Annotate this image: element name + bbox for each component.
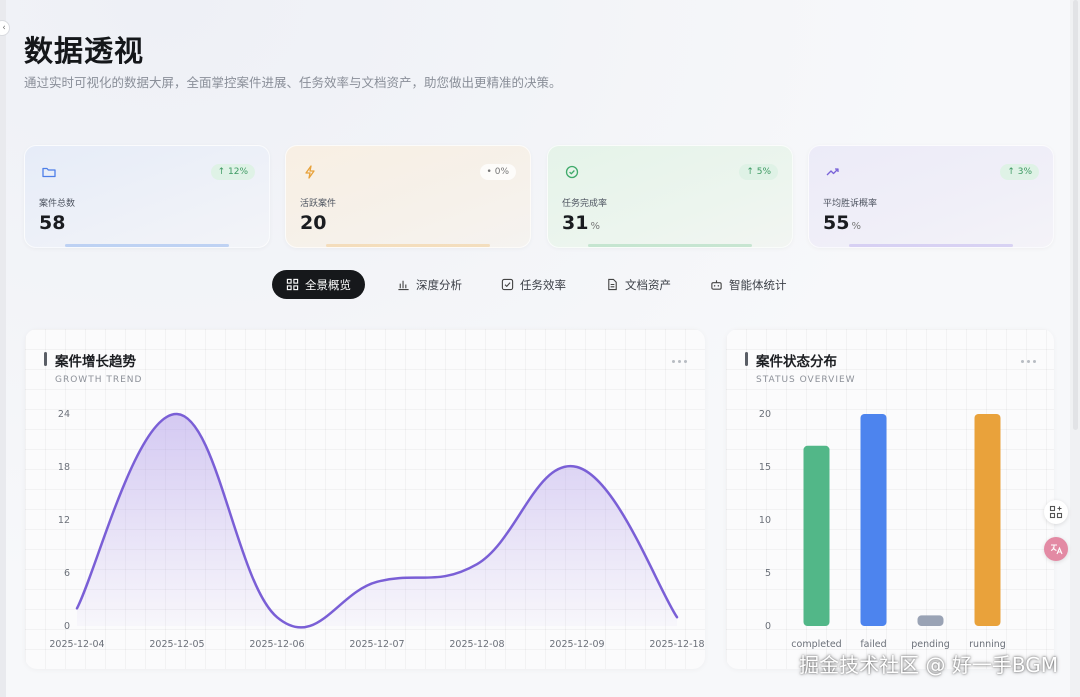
x-tick-label: 2025-12-06 <box>249 639 304 650</box>
x-tick-label: 2025-12-04 <box>49 639 104 650</box>
stat-label: 案件总数 <box>39 199 76 209</box>
tab-overview[interactable]: 全景概览 <box>272 270 365 299</box>
trend-badge: • 0% <box>479 164 516 180</box>
page-subtitle: 通过实时可视化的数据大屏，全面掌控案件进展、任务效率与文档资产，助您做出更精准的… <box>24 75 562 90</box>
checkbox-icon <box>501 278 514 291</box>
y-tick-label: 12 <box>58 515 70 526</box>
y-tick-label: 15 <box>759 462 771 473</box>
trend-badge: ↑ 3% <box>1000 164 1039 180</box>
growth-area-fill <box>77 413 677 628</box>
x-tick-label: 2025-12-08 <box>449 639 504 650</box>
tab-label: 文档资产 <box>625 277 671 292</box>
watermark: 掘金技术社区 @ 好一手BGM <box>799 653 1058 677</box>
trend-up-icon <box>826 168 839 176</box>
bar-chart-icon <box>398 280 409 291</box>
stat-label: 任务完成率 <box>562 199 608 209</box>
tab-deep-analysis[interactable]: 深度分析 <box>383 270 476 299</box>
status-bar <box>917 615 944 626</box>
apps-grid-icon <box>1049 505 1063 519</box>
x-tick-label: 2025-12-05 <box>149 639 204 650</box>
status-distribution-chart: 05101520completed failed pending running <box>759 409 1006 650</box>
stat-value: 58 <box>39 212 66 234</box>
y-tick-label: 24 <box>58 409 70 420</box>
translate-icon <box>1050 544 1063 555</box>
card-accent-line <box>65 244 229 247</box>
y-tick-label: 6 <box>64 568 70 579</box>
chevron-left-icon: ‹ <box>2 23 6 33</box>
tab-document-assets[interactable]: 文档资产 <box>592 270 685 299</box>
check-circle-icon <box>565 165 579 179</box>
stat-card-win-probability[interactable]: ↑ 3% 平均胜诉概率 55% <box>808 145 1054 248</box>
status-bar <box>860 414 887 626</box>
y-tick-label: 18 <box>58 462 70 473</box>
page-title: 数据透视 <box>24 34 145 68</box>
document-icon <box>608 278 617 291</box>
tab-label: 全景概览 <box>305 277 351 292</box>
x-tick-label: 2025-12-07 <box>349 639 404 650</box>
y-tick-label: 5 <box>765 568 771 579</box>
status-overview-panel: 案件状态分布 STATUS OVERVIEW 0 5 10 15 20 completed… <box>726 329 1054 669</box>
stat-card-total-cases[interactable]: ↑ 12% 案件总数 58 <box>24 145 270 248</box>
scrollbar[interactable] <box>1070 0 1080 697</box>
x-tick-label: 2025-12-09 <box>549 639 604 650</box>
floating-translate-button[interactable] <box>1044 537 1068 561</box>
card-accent-line <box>849 244 1013 247</box>
sidebar-edge <box>0 0 6 697</box>
y-tick-label: 20 <box>759 409 771 420</box>
stat-value: 55% <box>823 212 861 234</box>
y-tick-label: 0 <box>64 621 70 632</box>
tab-agent-statistics[interactable]: 智能体统计 <box>696 270 801 299</box>
status-bar <box>974 414 1001 626</box>
lightning-icon <box>305 165 315 179</box>
y-tick-label: 0 <box>765 621 771 632</box>
trend-badge: ↑ 12% <box>210 164 255 180</box>
trend-badge: ↑ 5% <box>739 164 778 180</box>
stat-card-active-cases[interactable]: • 0% 活跃案件 20 <box>285 145 531 248</box>
tab-label: 智能体统计 <box>729 277 787 292</box>
stat-value: 31% <box>562 212 600 234</box>
stat-label: 活跃案件 <box>300 199 337 209</box>
grid-icon <box>286 278 299 291</box>
floating-apps-button[interactable] <box>1044 500 1068 524</box>
card-accent-line <box>588 244 752 247</box>
status-bar <box>803 445 830 626</box>
stat-label: 平均胜诉概率 <box>823 199 878 209</box>
card-accent-line <box>326 244 490 247</box>
robot-icon <box>711 280 722 290</box>
tab-label: 深度分析 <box>416 277 462 292</box>
stat-value: 20 <box>300 212 327 234</box>
tab-task-efficiency[interactable]: 任务效率 <box>487 270 580 299</box>
growth-trend-chart: 0 6 12 18 24 2025-12-04 2025-12-05 2025-12-06 20… <box>49 409 704 650</box>
folder-icon <box>42 167 56 178</box>
growth-trend-panel: 案件增长趋势 GROWTH TREND 0 6 12 18 24 2025-12-04 20… <box>25 329 705 669</box>
y-tick-label: 10 <box>759 515 771 526</box>
x-tick-label: 2025-12-18 <box>649 639 704 650</box>
tab-label: 任务效率 <box>520 277 566 292</box>
scrollbar-thumb[interactable] <box>1073 0 1078 430</box>
stat-card-task-completion[interactable]: ↑ 5% 任务完成率 31% <box>547 145 793 248</box>
